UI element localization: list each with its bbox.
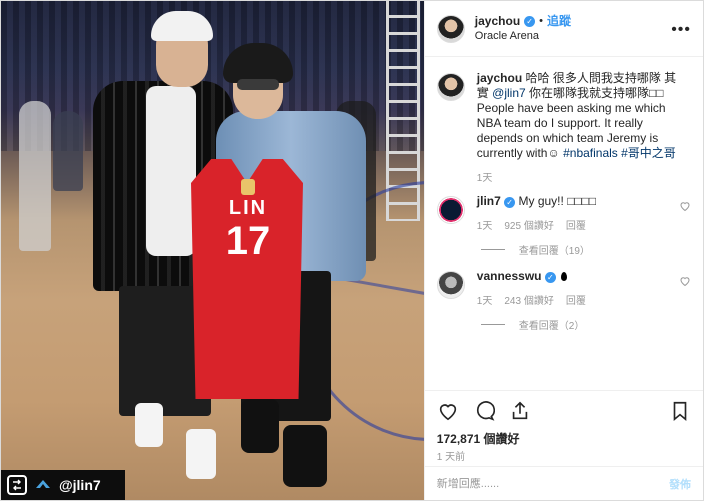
caption: jaychou 哈哈 很多人問我支持哪隊 其實 @jlin7 你在哪隊我就支持哪… <box>436 71 691 184</box>
user-row: jaychou ✓ • 追蹤 <box>475 14 571 29</box>
caption-body: jaychou 哈哈 很多人問我支持哪隊 其實 @jlin7 你在哪隊我就支持哪… <box>477 71 677 184</box>
boot <box>283 425 327 487</box>
post-time: 1 天前 <box>436 452 466 463</box>
comment-emoji: □□□□ <box>567 194 597 208</box>
post-side-panel: jaychou ✓ • 追蹤 Oracle Arena ••• jaychou … <box>423 1 703 500</box>
avatar[interactable] <box>436 271 465 299</box>
comment-body: vannesswu ✓ 1天 243 個讚好 回覆 <box>477 269 677 307</box>
view-replies-button[interactable]: 查看回覆（19） <box>480 242 691 257</box>
comment-text: jlin7 ✓ My guy!! □□□□ <box>477 194 677 209</box>
comment-time: 1天 <box>476 296 493 307</box>
mention-link[interactable]: @jlin7 <box>492 86 526 100</box>
replies-line <box>480 249 505 250</box>
comment: vannesswu ✓ 1天 243 個讚好 回覆 <box>436 269 691 307</box>
heart-icon[interactable] <box>679 200 691 212</box>
repost-username[interactable]: @jlin7 <box>59 477 101 493</box>
caption-time: 1天 <box>476 173 493 184</box>
caption-username[interactable]: jaychou <box>477 71 522 85</box>
post-username[interactable]: jaychou <box>475 14 520 29</box>
comment-input[interactable] <box>436 477 637 490</box>
bookmark-icon[interactable] <box>669 400 691 422</box>
reply-button[interactable]: 回覆 <box>566 292 586 307</box>
sunglasses <box>237 79 279 90</box>
location-link[interactable]: Oracle Arena <box>475 29 571 44</box>
comment-likes[interactable]: 243 個讚好 <box>504 292 553 307</box>
comment-content: My guy!! <box>518 194 568 208</box>
view-replies-label: 查看回覆（2） <box>518 321 585 332</box>
verified-icon: ✓ <box>544 272 556 283</box>
post-photo[interactable]: LIN 17 @jlin7 <box>1 1 424 500</box>
caption-text: jaychou 哈哈 很多人問我支持哪隊 其實 @jlin7 你在哪隊我就支持哪… <box>477 71 677 161</box>
post-modal: LIN 17 @jlin7 jaychou ✓ • 追蹤 Oracle Aren… <box>0 0 704 501</box>
caption-meta: 1天 <box>477 169 677 184</box>
avatar[interactable] <box>436 196 465 224</box>
jersey-name: LIN <box>228 197 268 219</box>
separator-dot: • <box>539 14 544 27</box>
add-comment-bar: 發佈 <box>424 466 703 500</box>
share-icon[interactable] <box>509 400 531 422</box>
like-heart-icon[interactable] <box>437 400 459 422</box>
caption-emoji: □□ <box>649 86 664 100</box>
reply-button[interactable]: 回覆 <box>566 217 586 232</box>
view-replies-label: 查看回覆（19） <box>518 246 590 257</box>
avatar[interactable] <box>436 73 465 101</box>
header-text: jaychou ✓ • 追蹤 Oracle Arena <box>475 14 571 44</box>
follow-button[interactable]: 追蹤 <box>547 14 571 29</box>
raptors-logo-icon <box>35 477 51 493</box>
avatar[interactable] <box>436 14 465 43</box>
caption-line2: 你在哪隊我就支持哪隊 <box>529 86 650 100</box>
likes-count[interactable]: 172,871 個讚好 <box>425 430 703 446</box>
repost-app-icon <box>7 475 27 495</box>
background-person <box>19 101 51 251</box>
boot <box>241 399 279 453</box>
comment-bubble-icon[interactable] <box>473 400 495 422</box>
more-options-icon[interactable]: ••• <box>671 21 691 39</box>
person-left-hoodie <box>146 86 196 256</box>
background-person <box>53 111 83 191</box>
comment-meta: 1天 243 個讚好 回覆 <box>477 292 677 307</box>
comment-username[interactable]: vannesswu <box>477 269 542 283</box>
verified-icon: ✓ <box>524 15 536 27</box>
red-jersey <box>191 159 303 399</box>
sneaker <box>186 429 216 479</box>
heart-icon[interactable] <box>679 275 691 287</box>
comments-list: jaychou 哈哈 很多人問我支持哪隊 其實 @jlin7 你在哪隊我就支持哪… <box>425 57 703 390</box>
comment-body: jlin7 ✓ My guy!! □□□□ 1天 925 個讚好 回覆 <box>477 194 677 232</box>
repost-tag[interactable]: @jlin7 <box>1 470 125 500</box>
view-replies-button[interactable]: 查看回覆（2） <box>480 317 691 332</box>
replies-line <box>480 324 505 325</box>
comment-text: vannesswu ✓ <box>477 269 677 284</box>
comment-username[interactable]: jlin7 <box>477 194 501 208</box>
comment: jlin7 ✓ My guy!! □□□□ 1天 925 個讚好 回覆 <box>436 194 691 232</box>
action-bar <box>424 390 703 430</box>
black-heart-icon <box>561 272 568 282</box>
hashtag-link[interactable]: #nbafinals #哥中之哥 <box>563 146 676 160</box>
comment-time: 1天 <box>476 221 493 232</box>
jersey-number: 17 <box>225 219 271 263</box>
verified-icon: ✓ <box>504 197 516 208</box>
smile-emoji-icon: ☺ <box>547 146 560 160</box>
post-comment-button[interactable]: 發佈 <box>669 476 691 492</box>
post-header: jaychou ✓ • 追蹤 Oracle Arena ••• <box>424 1 703 57</box>
comment-likes[interactable]: 925 個讚好 <box>504 217 553 232</box>
comment-meta: 1天 925 個讚好 回覆 <box>477 217 677 232</box>
finals-badge <box>241 179 255 195</box>
sneaker <box>135 403 163 447</box>
